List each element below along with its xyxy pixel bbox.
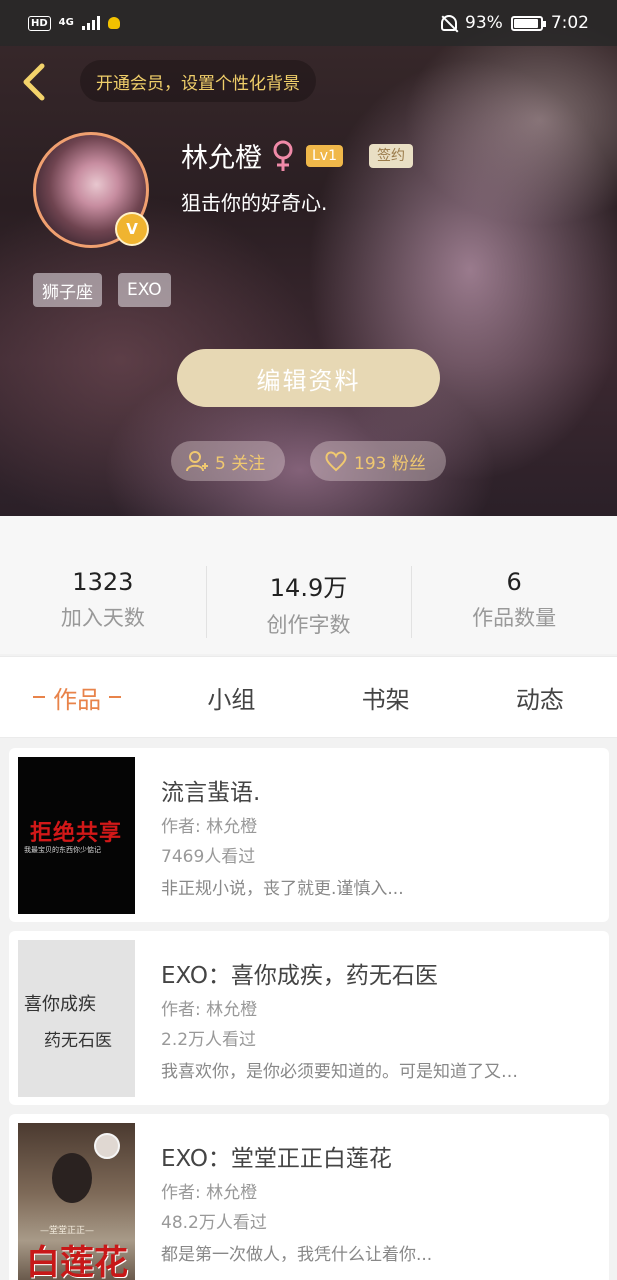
chevron-left-icon [23,63,45,101]
work-title[interactable]: EXO：喜你成疾，药无石医 [161,956,438,990]
tab-indicator-right [109,696,122,698]
mute-bell-icon [441,15,458,31]
stat-words: 14.9万 创作字数 [205,516,412,654]
tab-works[interactable]: 作品 [0,657,154,737]
signed-badge: 签约 [369,143,413,168]
back-button[interactable] [16,60,52,104]
cover-figure [52,1153,92,1203]
stat-label: 加入天数 [60,606,145,630]
female-icon [273,140,293,171]
heart-icon [325,451,347,472]
work-views: 2.2万人看过 [161,1030,257,1050]
edit-profile-button[interactable]: 编辑资料 [177,349,440,407]
cover-title: 拒绝共享 [30,821,123,846]
user-name: 林允橙 [181,143,262,174]
stat-works: 6 作品数量 [411,516,617,654]
fans-button[interactable]: 193 粉丝 [310,441,446,481]
avatar[interactable]: V [33,132,149,248]
tag-fandom: EXO [118,273,171,307]
work-item[interactable]: —堂堂正正— 白莲花 EXO：堂堂正正白莲花 作者: 林允橙 48.2万人看过 … [9,1114,609,1280]
cover-subtitle: 我最宝贝的东西你少惦记 [24,846,101,854]
work-views: 7469人看过 [161,847,256,867]
tab-label: 作品 [53,685,102,714]
user-bio: 狙击你的好奇心. [181,191,328,215]
status-bar: HD 4G 93% 7:02 [0,0,617,46]
tag-constellation: 狮子座 [33,273,102,307]
work-author: 作者: 林允橙 [161,1000,258,1020]
following-button[interactable]: 5 关注 [171,441,285,481]
tab-label: 动态 [515,685,564,714]
work-author: 作者: 林允橙 [161,1183,258,1203]
book-cover[interactable]: 拒绝共享 我最宝贝的东西你少惦记 [18,757,135,914]
stats-panel: 1323 加入天数 14.9万 创作字数 6 作品数量 [0,516,617,654]
works-list: 拒绝共享 我最宝贝的东西你少惦记 流言蜚语. 作者: 林允橙 7469人看过 非… [9,748,609,1280]
signal-icon [81,16,100,30]
work-author: 作者: 林允橙 [161,817,258,837]
stat-value: 6 [506,568,522,596]
network-type: 4G [58,17,74,28]
cover-title: 白莲花 [26,1243,128,1280]
tab-activity[interactable]: 动态 [463,657,617,737]
work-item[interactable]: 喜你成疾 药无石医 EXO：喜你成疾，药无石医 作者: 林允橙 2.2万人看过 … [9,931,609,1105]
profile-tabs: 作品 小组 书架 动态 [0,656,617,738]
cover-figure-small [94,1133,120,1159]
battery-icon [510,15,546,31]
tab-bookshelf[interactable]: 书架 [309,657,463,737]
stat-value: 14.9万 [269,574,348,602]
level-badge: Lv1 [306,144,343,167]
book-cover[interactable]: —堂堂正正— 白莲花 [18,1123,135,1280]
stat-value: 1323 [72,568,134,596]
bulb-icon [107,17,120,29]
work-item[interactable]: 拒绝共享 我最宝贝的东西你少惦记 流言蜚语. 作者: 林允橙 7469人看过 非… [9,748,609,922]
tab-label: 书架 [361,685,410,714]
tab-indicator-left [33,696,46,698]
profile-tags: 狮子座 EXO [33,273,171,307]
cover-subtitle: 药无石医 [44,1031,112,1051]
work-description: 都是第一次做人，我凭什么让着你... [161,1245,433,1265]
tab-groups[interactable]: 小组 [154,657,308,737]
add-user-icon [186,451,208,472]
battery-percent: 93% [465,13,503,33]
stat-days: 1323 加入天数 [0,516,206,654]
tab-label: 小组 [207,685,256,714]
book-cover[interactable]: 喜你成疾 药无石医 [18,940,135,1097]
clock: 7:02 [550,13,589,33]
following-count: 5 关注 [215,453,266,474]
profile-header: HD 4G 93% 7:02 开通会员，设置个性化背景 V 林允橙 Lv1 签约… [0,0,617,516]
vip-background-prompt[interactable]: 开通会员，设置个性化背景 [80,60,316,102]
work-title[interactable]: 流言蜚语. [161,773,260,807]
fans-count: 193 粉丝 [354,453,426,474]
cover-title: 喜你成疾 [24,994,96,1015]
work-description: 非正规小说，丧了就更.谨慎入... [161,879,404,899]
work-title[interactable]: EXO：堂堂正正白莲花 [161,1139,392,1173]
hd-icon: HD [28,15,51,31]
name-row: 林允橙 Lv1 签约 [181,136,413,175]
verified-badge: V [115,212,149,246]
work-description: 我喜欢你，是你必须要知道的。可是知道了又… [161,1062,518,1082]
stat-label: 作品数量 [472,606,557,630]
work-views: 48.2万人看过 [161,1213,267,1233]
stat-label: 创作字数 [266,613,351,637]
